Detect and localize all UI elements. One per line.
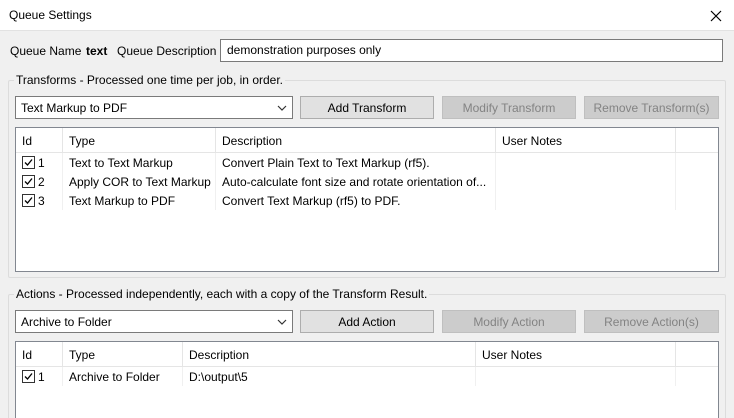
column-header-type[interactable]: Type xyxy=(63,342,183,367)
row-checkbox[interactable] xyxy=(22,175,35,188)
table-row[interactable]: 3 Text Markup to PDF Convert Text Markup… xyxy=(16,191,718,210)
actions-list-header: Id Type Description User Notes xyxy=(16,342,718,367)
table-row[interactable]: 1 Archive to Folder D:\output\5 xyxy=(16,367,718,386)
row-description: D:\output\5 xyxy=(183,367,476,386)
column-header-type[interactable]: Type xyxy=(63,128,216,153)
row-checkbox[interactable] xyxy=(22,194,35,207)
column-header-id[interactable]: Id xyxy=(16,128,63,153)
row-id: 3 xyxy=(38,194,45,208)
remove-action-button[interactable]: Remove Action(s) xyxy=(584,310,719,333)
table-row[interactable]: 2 Apply COR to Text Markup Auto-calculat… xyxy=(16,172,718,191)
row-notes xyxy=(496,153,676,172)
title-bar: Queue Settings xyxy=(0,0,734,31)
row-checkbox[interactable] xyxy=(22,370,35,383)
row-checkbox[interactable] xyxy=(22,156,35,169)
row-type: Text Markup to PDF xyxy=(63,191,216,210)
close-button[interactable] xyxy=(698,0,734,31)
transform-type-selected: Text Markup to PDF xyxy=(21,101,128,115)
column-header-id[interactable]: Id xyxy=(16,342,63,367)
modify-action-button[interactable]: Modify Action xyxy=(442,310,576,333)
queue-name-value: text xyxy=(86,44,108,58)
row-description: Auto-calculate font size and rotate orie… xyxy=(216,172,496,191)
action-type-select[interactable]: Archive to Folder xyxy=(15,310,293,333)
row-type: Archive to Folder xyxy=(63,367,183,386)
chevron-down-icon xyxy=(277,319,287,325)
close-icon xyxy=(710,10,722,21)
row-description: Convert Plain Text to Text Markup (rf5). xyxy=(216,153,496,172)
row-notes xyxy=(496,172,676,191)
row-notes xyxy=(476,367,676,386)
column-header-user-notes[interactable]: User Notes xyxy=(476,342,676,367)
checkmark-icon xyxy=(24,373,33,380)
actions-group-title: Actions - Processed independently, each … xyxy=(14,287,430,301)
transforms-list[interactable]: Id Type Description User Notes 1 Text to… xyxy=(15,127,719,272)
modify-transform-button[interactable]: Modify Transform xyxy=(442,96,576,119)
table-row[interactable]: 1 Text to Text Markup Convert Plain Text… xyxy=(16,153,718,172)
row-id: 2 xyxy=(38,175,45,189)
queue-description-label: Queue Description xyxy=(117,44,217,58)
chevron-down-icon xyxy=(277,105,287,111)
transform-type-select[interactable]: Text Markup to PDF xyxy=(15,96,293,119)
checkmark-icon xyxy=(24,197,33,204)
add-transform-button[interactable]: Add Transform xyxy=(300,96,434,119)
checkmark-icon xyxy=(24,159,33,166)
transforms-list-header: Id Type Description User Notes xyxy=(16,128,718,153)
row-type: Text to Text Markup xyxy=(63,153,216,172)
column-header-description[interactable]: Description xyxy=(216,128,496,153)
row-description: Convert Text Markup (rf5) to PDF. xyxy=(216,191,496,210)
queue-name-label: Queue Name xyxy=(10,44,82,58)
column-header-user-notes[interactable]: User Notes xyxy=(496,128,676,153)
row-id: 1 xyxy=(38,370,45,384)
row-type: Apply COR to Text Markup xyxy=(63,172,216,191)
actions-list[interactable]: Id Type Description User Notes 1 Archive… xyxy=(15,341,719,418)
action-type-selected: Archive to Folder xyxy=(21,315,112,329)
remove-transform-button[interactable]: Remove Transform(s) xyxy=(584,96,719,119)
row-id: 1 xyxy=(38,156,45,170)
add-action-button[interactable]: Add Action xyxy=(300,310,434,333)
queue-description-input[interactable]: demonstration purposes only xyxy=(220,39,723,62)
window-title: Queue Settings xyxy=(9,8,92,22)
checkmark-icon xyxy=(24,178,33,185)
row-notes xyxy=(496,191,676,210)
transforms-group-title: Transforms - Processed one time per job,… xyxy=(14,73,285,87)
column-header-description[interactable]: Description xyxy=(183,342,476,367)
